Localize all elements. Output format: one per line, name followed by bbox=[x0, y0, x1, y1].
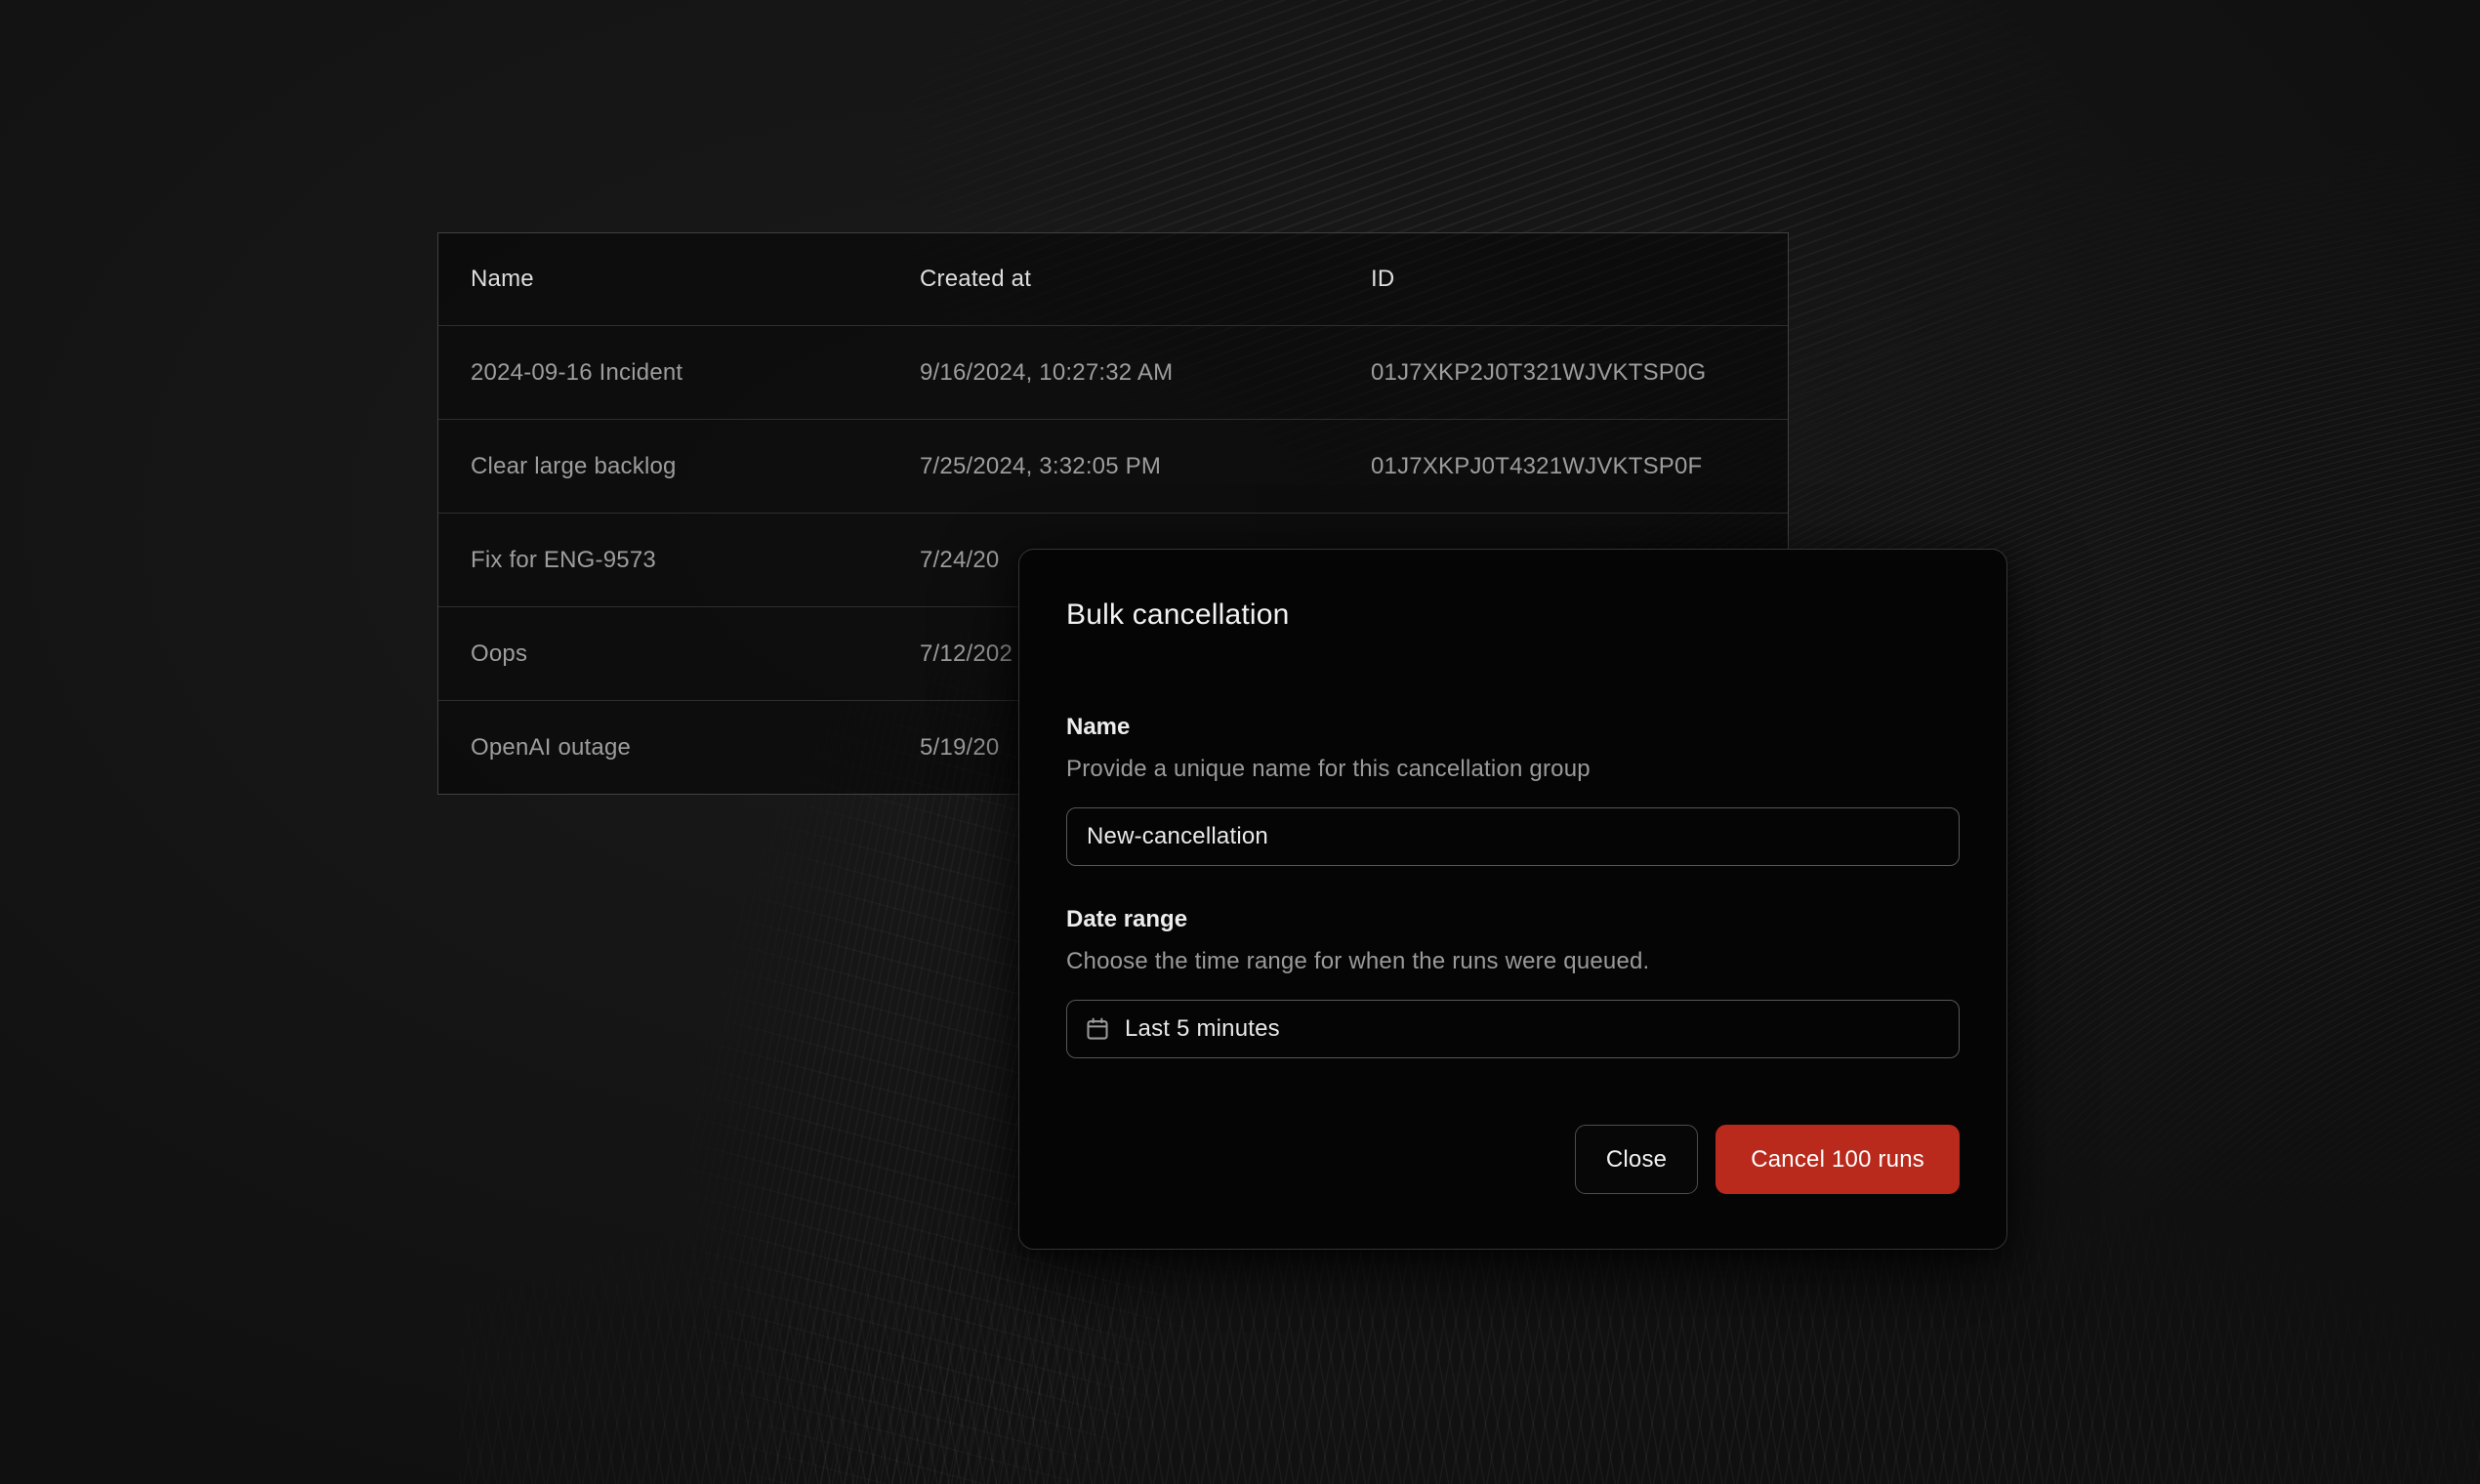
dialog-title: Bulk cancellation bbox=[1066, 598, 1960, 632]
bulk-cancellation-dialog: Bulk cancellation Name Provide a unique … bbox=[1018, 549, 2007, 1250]
table-row[interactable]: Clear large backlog 7/25/2024, 3:32:05 P… bbox=[438, 419, 1788, 513]
table-row[interactable]: 2024-09-16 Incident 9/16/2024, 10:27:32 … bbox=[438, 325, 1788, 419]
cell-created-at: 7/25/2024, 3:32:05 PM bbox=[888, 453, 1339, 480]
cell-name: Fix for ENG-9573 bbox=[438, 547, 888, 574]
date-range-field-description: Choose the time range for when the runs … bbox=[1066, 948, 1960, 975]
column-header-id: ID bbox=[1339, 266, 1788, 293]
column-header-created-at: Created at bbox=[888, 266, 1339, 293]
cell-id: 01J7XKPJ0T4321WJVKTSP0F bbox=[1339, 453, 1788, 480]
cell-name: 2024-09-16 Incident bbox=[438, 359, 888, 387]
name-field-description: Provide a unique name for this cancellat… bbox=[1066, 756, 1960, 783]
date-range-select[interactable]: Last 5 minutes bbox=[1066, 1000, 1960, 1058]
dialog-footer: Close Cancel 100 runs bbox=[1066, 1125, 1960, 1194]
cell-created-at: 9/16/2024, 10:27:32 AM bbox=[888, 359, 1339, 387]
date-range-field-label: Date range bbox=[1066, 906, 1960, 933]
calendar-icon bbox=[1085, 1016, 1110, 1042]
cell-name: OpenAI outage bbox=[438, 734, 888, 762]
name-input[interactable] bbox=[1066, 807, 1960, 866]
cell-name: Oops bbox=[438, 640, 888, 668]
page-background: Name Created at ID 2024-09-16 Incident 9… bbox=[0, 0, 2480, 1484]
cancel-runs-button[interactable]: Cancel 100 runs bbox=[1715, 1125, 1960, 1194]
close-button[interactable]: Close bbox=[1575, 1125, 1698, 1194]
cell-id: 01J7XKP2J0T321WJVKTSP0G bbox=[1339, 359, 1788, 387]
table-header-row: Name Created at ID bbox=[438, 233, 1788, 325]
cell-name: Clear large backlog bbox=[438, 453, 888, 480]
name-field-label: Name bbox=[1066, 714, 1960, 741]
date-range-value: Last 5 minutes bbox=[1125, 1015, 1280, 1043]
column-header-name: Name bbox=[438, 266, 888, 293]
